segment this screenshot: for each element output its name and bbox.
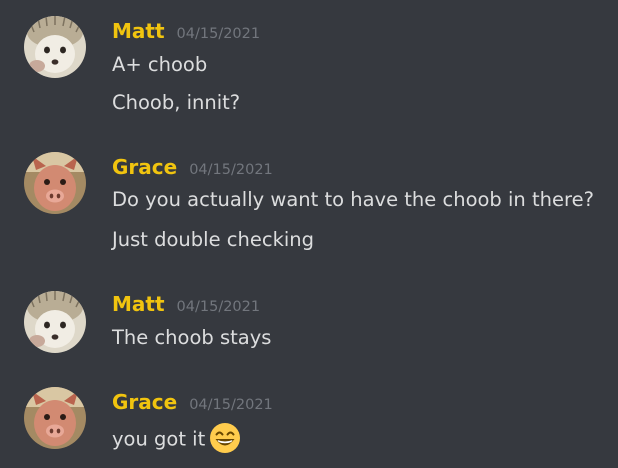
message-text: A+ choob — [112, 53, 208, 76]
message-text: The choob stays — [112, 326, 272, 349]
message-text: you got it — [112, 422, 241, 456]
message-text: Just double checking — [112, 228, 315, 251]
hedgehog-avatar[interactable] — [24, 291, 86, 353]
timestamp: 04/15/2021 — [189, 162, 273, 178]
message-header: Matt 04/15/2021 — [112, 19, 260, 43]
timestamp: 04/15/2021 — [176, 299, 261, 315]
message-text: Do you actually want to have the choob i… — [112, 188, 594, 211]
timestamp: 04/15/2021 — [176, 26, 261, 42]
pig-avatar[interactable] — [24, 152, 86, 214]
username[interactable]: Matt — [112, 19, 165, 43]
grinning-smile-emoji-icon[interactable] — [209, 422, 241, 454]
username[interactable]: Matt — [112, 292, 165, 316]
pig-avatar[interactable] — [24, 387, 86, 449]
message-header: Grace 04/15/2021 — [112, 390, 273, 414]
timestamp: 04/15/2021 — [189, 397, 273, 413]
username[interactable]: Grace — [112, 155, 177, 179]
message-header: Grace 04/15/2021 — [112, 155, 273, 179]
message-header: Matt 04/15/2021 — [112, 292, 260, 316]
message-text-content: you got it — [112, 427, 206, 451]
hedgehog-avatar[interactable] — [24, 16, 86, 78]
username[interactable]: Grace — [112, 390, 177, 414]
message-text: Choob, innit? — [112, 91, 241, 114]
